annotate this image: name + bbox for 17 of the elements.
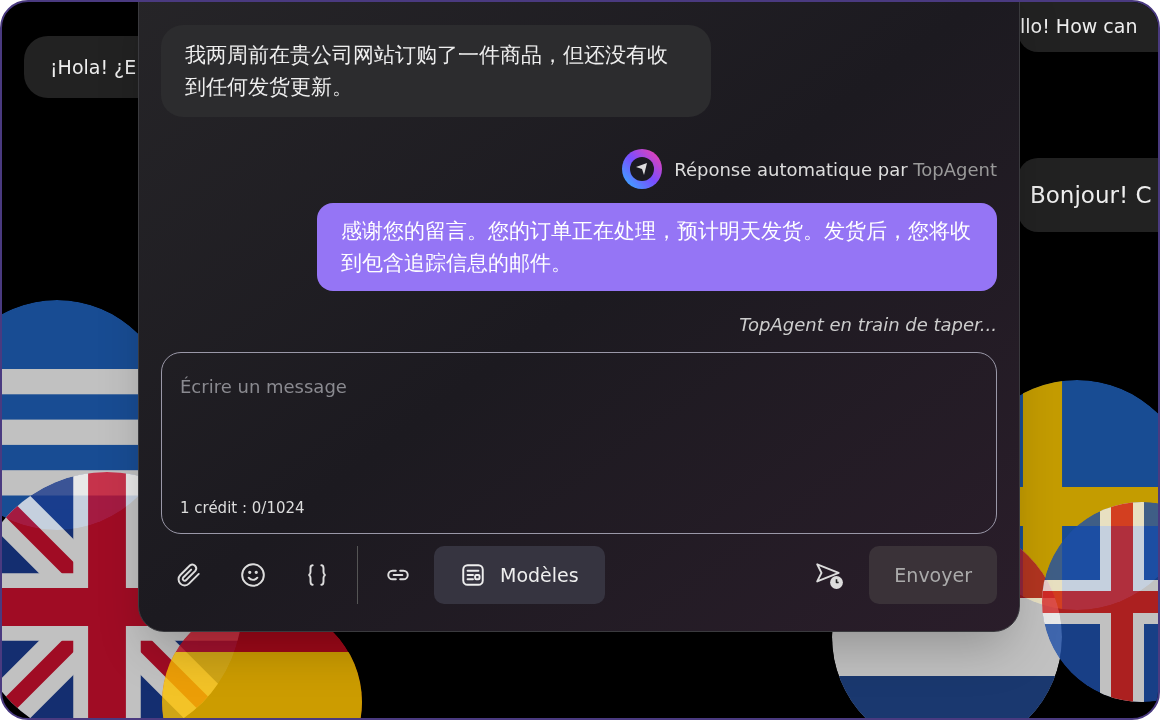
message-text: 感谢您的留言。您的订单正在处理，预计明天发货。发货后，您将收到包含追踪信息的邮件。 [341,218,972,277]
template-icon [460,562,486,588]
templates-button[interactable]: Modèles [434,546,605,604]
send-clock-icon [814,560,845,590]
bubble-text: llo! How can [1020,13,1138,39]
smiley-icon [240,562,266,588]
bubble-text: Bonjour! C [1030,180,1152,210]
agent-name: TopAgent [913,158,997,180]
typing-indicator: TopAgent en train de taper... [739,313,997,337]
paperclip-icon [176,562,202,588]
credit-counter: 1 crédit : 0/1024 [180,497,306,519]
logo-icon [622,149,663,189]
auto-reply-label: Réponse automatique par [674,158,908,180]
message-text: 我两周前在贵公司网站订购了一件商品，但还没有收到任何发货更新。 [185,42,669,101]
bubble-text: ¡Hola! ¿E [50,54,137,80]
message-field[interactable]: Écrire un message 1 crédit : 0/1024 [161,352,997,534]
message-input[interactable]: Écrire un message [180,373,978,433]
